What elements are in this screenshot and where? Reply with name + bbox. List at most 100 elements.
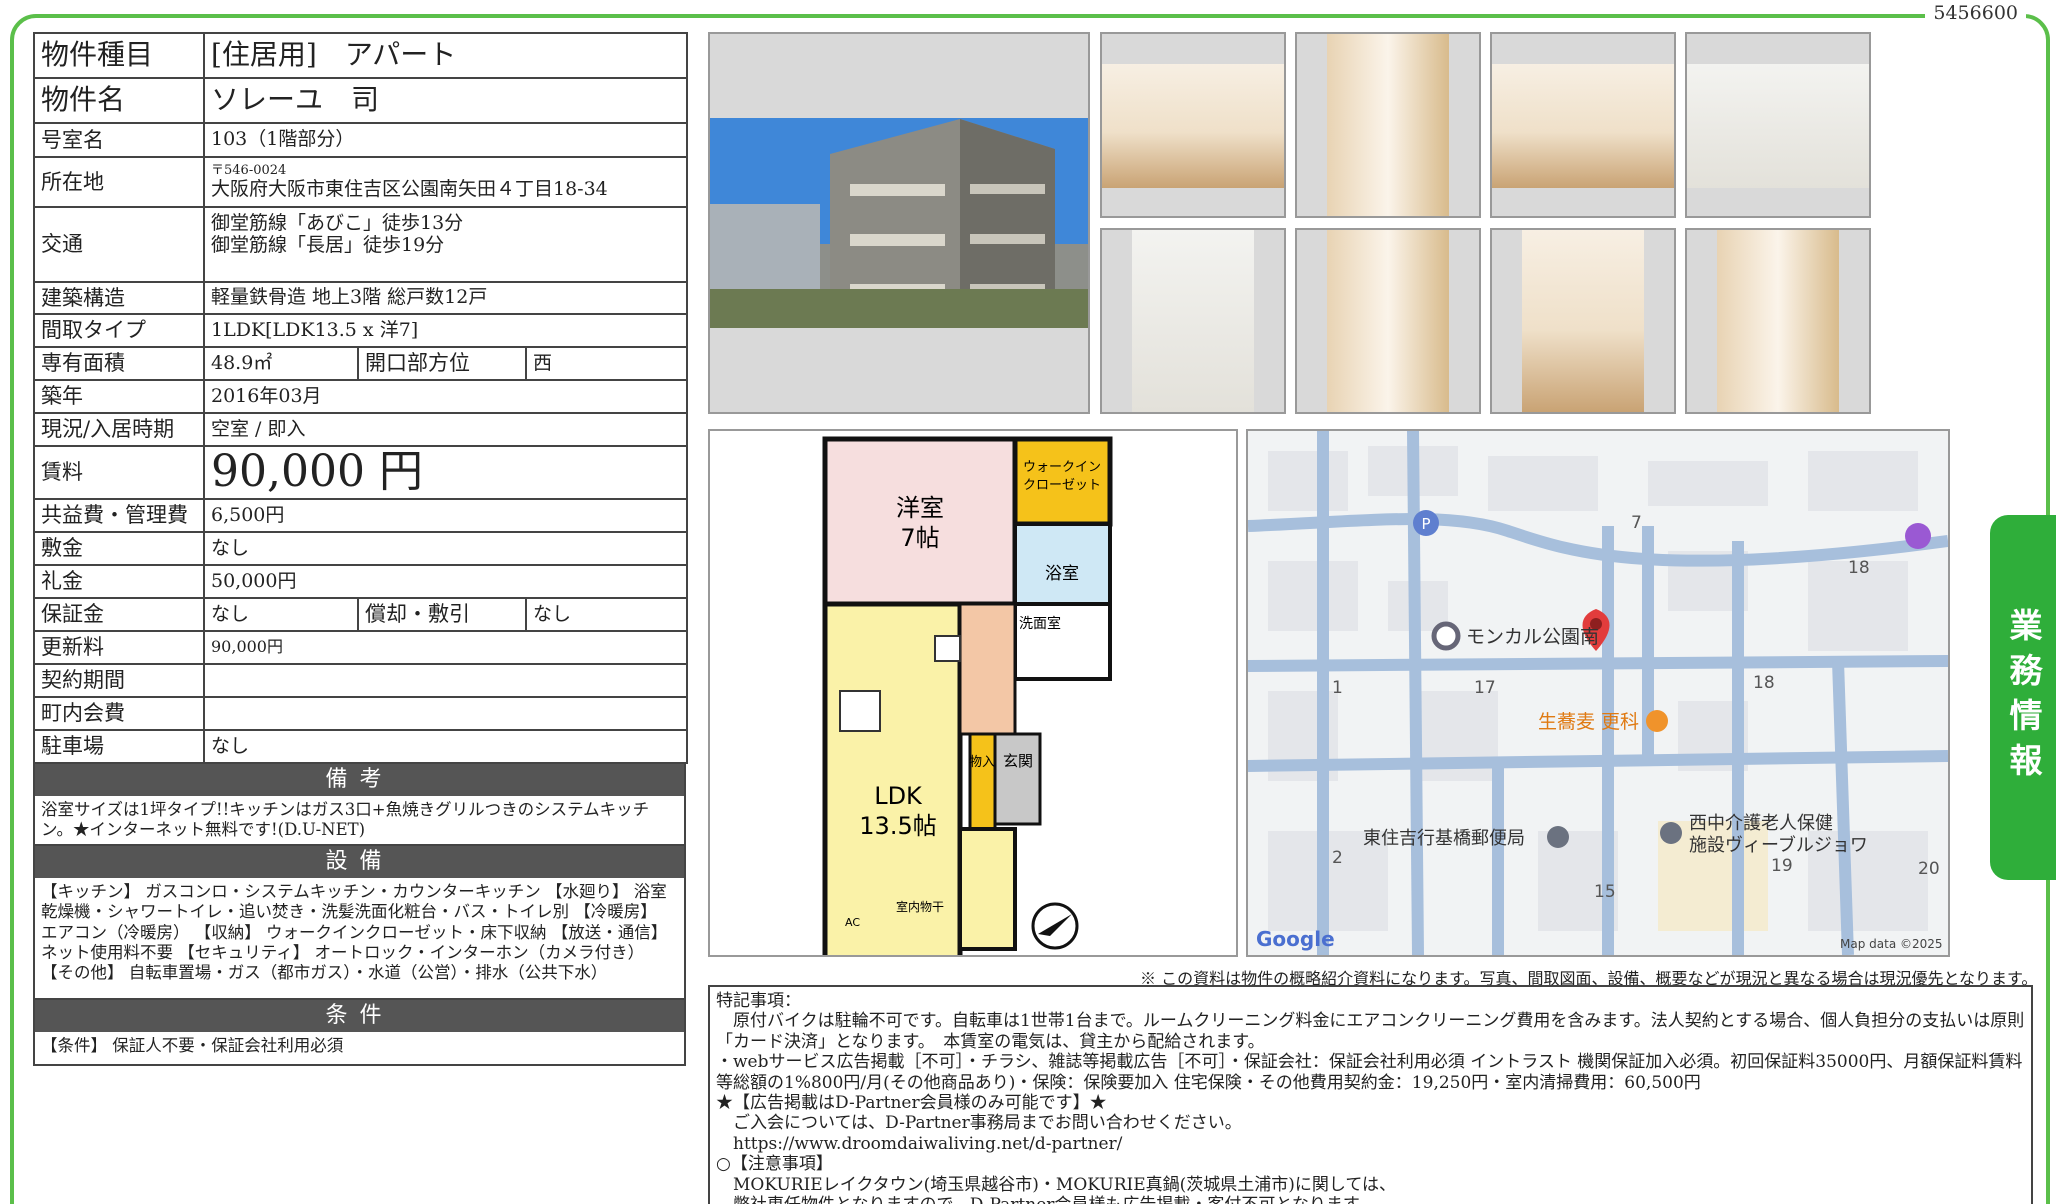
label-amortization: 償却・敷引 bbox=[357, 597, 527, 632]
map-num-7: 7 bbox=[1631, 513, 1642, 533]
label-built: 築年 bbox=[33, 379, 205, 414]
value-type: [住居用] アパート bbox=[202, 32, 689, 79]
label-access: 交通 bbox=[33, 206, 205, 283]
business-info-label: 業務情報 bbox=[2004, 607, 2043, 788]
label-renewal: 更新料 bbox=[33, 630, 205, 665]
map-num-1: 1 bbox=[1332, 678, 1343, 698]
photo-room-2[interactable] bbox=[1490, 32, 1676, 218]
remarks-heading: 備考 bbox=[33, 764, 686, 796]
map-credit: Map data ©2025 bbox=[1840, 937, 1943, 951]
map-num-18b: 18 bbox=[1753, 673, 1775, 693]
equipment-heading: 設備 bbox=[33, 846, 686, 878]
label-contract: 契約期間 bbox=[33, 663, 205, 698]
equipment-text: 【キッチン】 ガスコンロ・システムキッチン・カウンターキッチン 【水廻り】 浴室… bbox=[33, 878, 686, 1000]
value-name: ソレーユ 司 bbox=[202, 77, 689, 124]
photo-kitchen[interactable] bbox=[1685, 32, 1871, 218]
value-fee: 6,500円 bbox=[202, 498, 689, 533]
label-facing: 開口部方位 bbox=[357, 346, 527, 381]
remarks-text: 浴室サイズは1坪タイプ!!キッチンはガス3口+魚焼きグリルつきのシステムキッチン… bbox=[33, 796, 686, 846]
location-map[interactable]: P モンカル公園南 生蕎麦 更科 東住吉行基橋郵便局 西中介護老人保健 施設ヴィ… bbox=[1246, 429, 1950, 957]
value-structure: 軽量鉄骨造 地上3階 総戸数12戸 bbox=[202, 281, 689, 315]
label-status: 現況/入居時期 bbox=[33, 412, 205, 447]
map-num-17: 17 bbox=[1474, 678, 1496, 698]
label-type: 物件種目 bbox=[33, 32, 205, 79]
notes-line-7: ○【注意事項】 bbox=[716, 1154, 833, 1175]
value-built: 2016年03月 bbox=[202, 379, 689, 414]
building-photo[interactable] bbox=[708, 32, 1090, 414]
label-parking: 駐車場 bbox=[33, 729, 205, 764]
notes-line-2: 原付バイクは駐輪不可です。自転車は1世帯1台まで。ルームクリーニング料金にエアコ… bbox=[716, 1011, 2025, 1052]
value-contract bbox=[202, 663, 689, 698]
zip-code: 〒546-0024 bbox=[211, 162, 287, 178]
spec-table: 物件種目 [住居用] アパート 物件名 ソレーユ 司 号室名 103（1階部分） 所在… bbox=[33, 32, 689, 764]
conditions-heading: 条件 bbox=[33, 1000, 686, 1032]
floor-plan-drawing: 洋室 7帖 ウォークイン クローゼット 浴室 洗面室 物入 玄関 LDK 13.… bbox=[822, 436, 1113, 977]
photo-toilet[interactable] bbox=[1295, 228, 1481, 414]
label-layout: 間取タイプ bbox=[33, 313, 205, 348]
map-num-20: 20 bbox=[1918, 859, 1940, 879]
map-num-2: 2 bbox=[1332, 848, 1343, 868]
value-parking: なし bbox=[202, 729, 689, 764]
business-info-tab[interactable]: 業務情報 bbox=[1990, 515, 2056, 880]
plan-storage: 物入 bbox=[969, 755, 995, 770]
access-line-2: 御堂筋線「長居」徒歩19分 bbox=[211, 233, 445, 256]
label-address: 所在地 bbox=[33, 156, 205, 208]
notes-line-5: ご入会については、D-Partner事務局までお問い合わせください。 bbox=[716, 1113, 1242, 1134]
notes-line-3: ・webサービス広告掲載［不可］・チラシ、雑誌等掲載広告［不可］・保証会社：保証… bbox=[716, 1052, 2023, 1093]
building-photo-image bbox=[710, 34, 1088, 412]
value-room: 103（1階部分） bbox=[202, 122, 689, 158]
label-deposit: 敷金 bbox=[33, 531, 205, 566]
value-town-fee bbox=[202, 696, 689, 731]
label-room: 号室名 bbox=[33, 122, 205, 158]
plan-western-room: 洋室 bbox=[896, 494, 944, 522]
map-num-19: 19 bbox=[1771, 856, 1793, 876]
label-guarantee: 保証金 bbox=[33, 597, 205, 632]
label-town-fee: 町内会費 bbox=[33, 696, 205, 731]
value-address-cell: 〒546-0024 大阪府大阪市東住吉区公園南矢田４丁目18-34 bbox=[202, 156, 689, 208]
photo-room-1[interactable] bbox=[1100, 32, 1286, 218]
label-key-money: 礼金 bbox=[33, 564, 205, 599]
notes-line-1: 特記事項： bbox=[716, 991, 801, 1011]
special-notes: 特記事項： 原付バイクは駐輪不可です。自転車は1世帯1台まで。ルームクリーニング… bbox=[708, 985, 2033, 1204]
map-label-park: モンカル公園南 bbox=[1466, 626, 1599, 648]
label-rent: 賃料 bbox=[33, 445, 205, 500]
map-label-post: 東住吉行基橋郵便局 bbox=[1363, 828, 1525, 849]
photo-closet[interactable] bbox=[1685, 228, 1871, 414]
plan-western-size: 7帖 bbox=[900, 524, 939, 552]
map-num-18a: 18 bbox=[1848, 558, 1870, 578]
google-logo: Google bbox=[1256, 927, 1335, 951]
notes-line-6[interactable]: https://www.droomdaiwaliving.net/d-partn… bbox=[716, 1134, 2025, 1154]
value-status: 空室 / 即入 bbox=[202, 412, 689, 447]
map-label-care-2: 施設ヴィーブルジョワ bbox=[1689, 834, 1868, 856]
value-rent: 90,000 円 bbox=[202, 445, 689, 500]
plan-ldk-size: 13.5帖 bbox=[859, 812, 936, 840]
label-area: 専有面積 bbox=[33, 346, 205, 381]
plan-ldk: LDK bbox=[874, 782, 923, 810]
map-label-soba: 生蕎麦 更科 bbox=[1538, 711, 1639, 733]
plan-ac: AC bbox=[845, 916, 860, 929]
photo-washroom[interactable] bbox=[1490, 228, 1676, 414]
value-facing: 西 bbox=[524, 346, 689, 381]
label-name: 物件名 bbox=[33, 77, 205, 124]
map-label-care-1: 西中介護老人保健 bbox=[1689, 813, 1833, 834]
value-renewal: 90,000円 bbox=[202, 630, 689, 665]
value-key-money: 50,000円 bbox=[202, 564, 689, 599]
photo-hallway[interactable] bbox=[1295, 32, 1481, 218]
photo-bathroom[interactable] bbox=[1100, 228, 1286, 414]
conditions-text: 【条件】 保証人不要・保証会社利用必須 bbox=[33, 1032, 686, 1066]
spec-panel: 物件種目 [住居用] アパート 物件名 ソレーユ 司 号室名 103（1階部分） 所在… bbox=[33, 32, 689, 1066]
plan-entrance: 玄関 bbox=[1003, 752, 1033, 770]
label-structure: 建築構造 bbox=[33, 281, 205, 315]
label-fee: 共益費・管理費 bbox=[33, 498, 205, 533]
map-num-15: 15 bbox=[1594, 882, 1616, 902]
notes-line-4: ★【広告掲載はD-Partner会員様のみ可能です】★ bbox=[716, 1092, 1107, 1113]
plan-wic-2: クローゼット bbox=[1023, 478, 1101, 493]
plan-wic-1: ウォークイン bbox=[1023, 460, 1101, 475]
value-layout: 1LDK[LDK13.5 x 洋7] bbox=[202, 313, 689, 348]
notes-line-9: 弊社専任物件となりますので、D-Partner会員様も広告掲載・客付不可となりま… bbox=[716, 1195, 2025, 1204]
value-amortization: なし bbox=[524, 597, 689, 632]
document-id: 5456600 bbox=[1925, 2, 2026, 24]
value-guarantee: なし bbox=[203, 597, 359, 632]
plan-bath: 浴室 bbox=[1045, 564, 1079, 584]
floor-plan[interactable]: 洋室 7帖 ウォークイン クローゼット 浴室 洗面室 物入 玄関 LDK 13.… bbox=[708, 429, 1238, 977]
